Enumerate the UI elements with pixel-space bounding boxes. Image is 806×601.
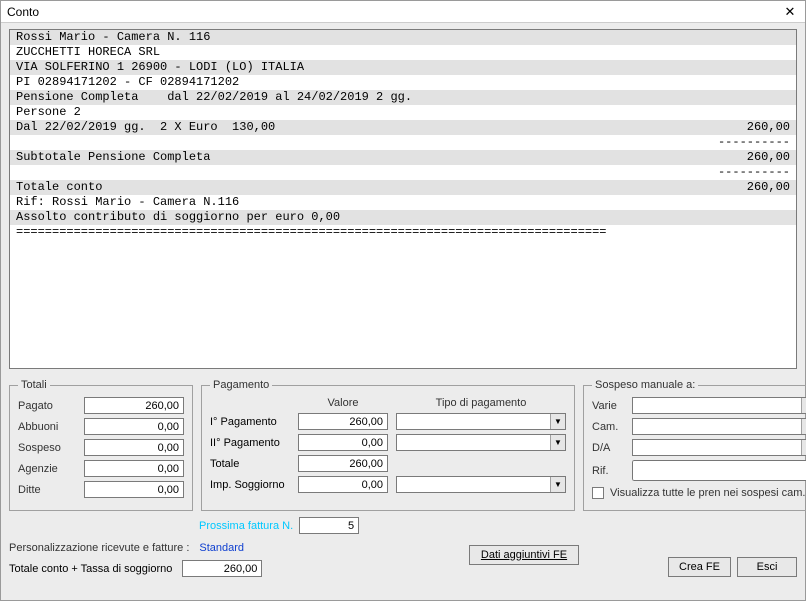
- cam-value: [633, 419, 801, 434]
- pagato-input[interactable]: [84, 397, 184, 414]
- varie-label: Varie: [592, 400, 626, 412]
- receipt-line: Dal 22/02/2019 gg. 2 X Euro 130,00260,00: [10, 120, 796, 135]
- window: Conto ✕ Rossi Mario - Camera N. 116ZUCCH…: [0, 0, 806, 601]
- da-label: D/A: [592, 442, 626, 454]
- prossima-label: Prossima fattura N.: [199, 520, 293, 532]
- close-icon: ✕: [785, 4, 796, 20]
- p1-label: I° Pagamento: [210, 416, 290, 428]
- p2-tipo-combo[interactable]: ▼: [396, 434, 566, 451]
- varie-value: [633, 398, 801, 413]
- pagamento-legend: Pagamento: [210, 379, 272, 391]
- receipt-text-area[interactable]: Rossi Mario - Camera N. 116ZUCCHETTI HOR…: [9, 29, 797, 369]
- hdr-valore: Valore: [298, 397, 388, 409]
- imp-tipo-value: [397, 477, 550, 492]
- p2-label: II° Pagamento: [210, 437, 290, 449]
- receipt-line: ----------: [10, 135, 796, 150]
- da-value: [633, 440, 801, 455]
- cam-combo[interactable]: ▼: [632, 418, 806, 435]
- receipt-line: Rossi Mario - Camera N. 116: [10, 30, 796, 45]
- receipt-line: Rif: Rossi Mario - Camera N.116: [10, 195, 796, 210]
- p1-tipo-combo[interactable]: ▼: [396, 413, 566, 430]
- chevron-down-icon: ▼: [801, 440, 806, 455]
- window-body: Rossi Mario - Camera N. 116ZUCCHETTI HOR…: [1, 23, 805, 600]
- footer: Prossima fattura N. Personalizzazione ri…: [9, 517, 797, 577]
- totale-label: Totale: [210, 458, 290, 470]
- esci-button[interactable]: Esci: [737, 557, 797, 577]
- close-button[interactable]: ✕: [779, 3, 801, 21]
- sospeso-label: Sospeso: [18, 442, 78, 454]
- receipt-line: Subtotale Pensione Completa260,00: [10, 150, 796, 165]
- receipt-line: ZUCCHETTI HORECA SRL: [10, 45, 796, 60]
- ditte-input[interactable]: [84, 481, 184, 498]
- totali-group: Totali Pagato Abbuoni Sospeso Agenzie: [9, 379, 193, 511]
- cam-label: Cam.: [592, 421, 626, 433]
- abbuoni-input[interactable]: [84, 418, 184, 435]
- personalizzazione-value: Standard: [199, 542, 244, 554]
- chevron-down-icon: ▼: [550, 414, 565, 429]
- imp-tipo-combo[interactable]: ▼: [396, 476, 566, 493]
- chevron-down-icon: ▼: [550, 435, 565, 450]
- abbuoni-label: Abbuoni: [18, 421, 78, 433]
- receipt-line: VIA SOLFERINO 1 26900 - LODI (LO) ITALIA: [10, 60, 796, 75]
- personalizzazione-label: Personalizzazione ricevute e fatture :: [9, 542, 189, 554]
- receipt-line: PI 02894171202 - CF 02894171202: [10, 75, 796, 90]
- p2-value-input[interactable]: [298, 434, 388, 451]
- window-title: Conto: [7, 5, 39, 19]
- totali-legend: Totali: [18, 379, 50, 391]
- visualizza-label: Visualizza tutte le pren nei sospesi cam…: [610, 487, 805, 499]
- receipt-line: Assolto contributo di soggiorno per euro…: [10, 210, 796, 225]
- imp-value-input[interactable]: [298, 476, 388, 493]
- agenzie-input[interactable]: [84, 460, 184, 477]
- totale-conto-label: Totale conto + Tassa di soggiorno: [9, 563, 172, 575]
- crea-fe-button[interactable]: Crea FE: [668, 557, 731, 577]
- titlebar: Conto ✕: [1, 1, 805, 23]
- da-combo[interactable]: ▼: [632, 439, 806, 456]
- varie-combo[interactable]: ▼: [632, 397, 806, 414]
- totale-value-input[interactable]: [298, 455, 388, 472]
- rif-input[interactable]: [632, 460, 806, 481]
- imp-label: Imp. Soggiorno: [210, 479, 290, 491]
- panels: Totali Pagato Abbuoni Sospeso Agenzie: [9, 379, 797, 511]
- pagamento-group: Pagamento Valore Tipo di pagamento I° Pa…: [201, 379, 575, 511]
- receipt-line: Totale conto260,00: [10, 180, 796, 195]
- sospeso-group: Sospeso manuale a: Varie ▼ Cam. ▼: [583, 379, 806, 511]
- prossima-input[interactable]: [299, 517, 359, 534]
- ditte-label: Ditte: [18, 484, 78, 496]
- visualizza-checkbox[interactable]: [592, 487, 604, 499]
- sospeso-input[interactable]: [84, 439, 184, 456]
- pagato-label: Pagato: [18, 400, 78, 412]
- p1-value-input[interactable]: [298, 413, 388, 430]
- receipt-line: ========================================…: [10, 225, 796, 240]
- receipt-line: Pensione Completa dal 22/02/2019 al 24/0…: [10, 90, 796, 105]
- rif-label: Rif.: [592, 465, 626, 477]
- chevron-down-icon: ▼: [801, 419, 806, 434]
- totale-conto-input[interactable]: [182, 560, 262, 577]
- sospeso-legend: Sospeso manuale a:: [592, 379, 698, 391]
- hdr-tipo: Tipo di pagamento: [396, 397, 566, 409]
- agenzie-label: Agenzie: [18, 463, 78, 475]
- receipt-line: Persone 2: [10, 105, 796, 120]
- chevron-down-icon: ▼: [801, 398, 806, 413]
- p2-tipo-value: [397, 435, 550, 450]
- dati-aggiuntivi-button[interactable]: Dati aggiuntivi FE: [469, 545, 579, 565]
- receipt-line: ----------: [10, 165, 796, 180]
- chevron-down-icon: ▼: [550, 477, 565, 492]
- p1-tipo-value: [397, 414, 550, 429]
